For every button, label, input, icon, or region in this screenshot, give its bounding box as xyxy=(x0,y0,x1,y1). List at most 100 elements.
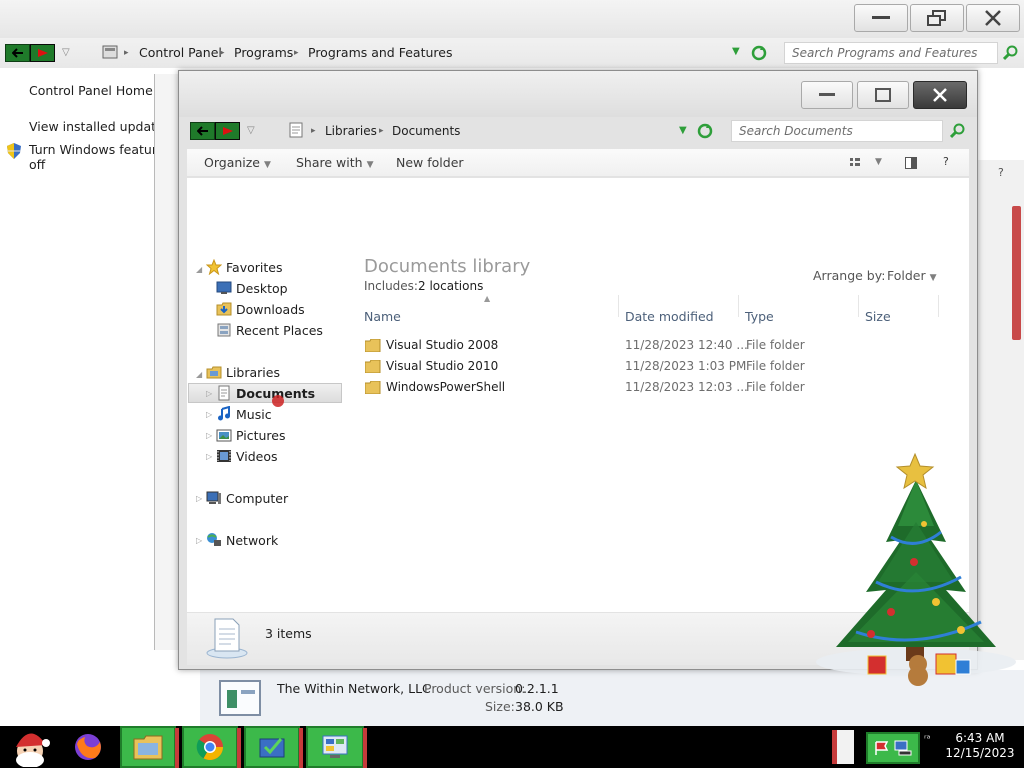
control-panel-sidebar: Control Panel Home View installed update… xyxy=(0,68,207,726)
cp-scrollbar-thumb[interactable] xyxy=(1012,206,1021,340)
help-button[interactable]: ? xyxy=(943,155,949,168)
share-with-menu[interactable]: Share with ▼ xyxy=(296,155,374,170)
flag-icon[interactable] xyxy=(874,740,890,756)
crumb-separator: ▸ xyxy=(294,48,299,58)
column-header-size[interactable]: Size xyxy=(865,309,891,324)
restore-button[interactable] xyxy=(910,4,964,32)
column-header-date-modified[interactable]: Date modified xyxy=(625,309,714,324)
preview-pane-icon[interactable] xyxy=(905,157,917,169)
computer-expand-icon[interactable]: ▷ xyxy=(196,494,202,503)
view-updates-link[interactable]: View installed updates xyxy=(29,119,170,134)
minimize-button[interactable] xyxy=(854,4,908,32)
nav-network[interactable]: Network xyxy=(226,531,278,551)
new-folder-button[interactable]: New folder xyxy=(396,155,464,170)
cp-search-input[interactable]: Search Programs and Features xyxy=(784,42,998,64)
refresh-icon[interactable] xyxy=(751,45,767,61)
close-button[interactable] xyxy=(966,4,1020,32)
nav-favorites[interactable]: Favorites xyxy=(226,258,282,278)
firefox-taskbar-button[interactable] xyxy=(66,726,110,768)
recent-pages-chevron-icon[interactable]: ▽ xyxy=(62,47,70,58)
table-row[interactable]: Visual Studio 2010 11/28/2023 1:03 PM Fi… xyxy=(362,357,922,377)
crumb-libraries[interactable]: Libraries xyxy=(325,124,377,138)
start-button[interactable] xyxy=(4,726,56,768)
column-divider[interactable] xyxy=(938,295,939,317)
doc-search-input[interactable]: Search Documents xyxy=(731,120,943,142)
search-icon[interactable] xyxy=(1003,45,1019,61)
show-desktop-button[interactable] xyxy=(832,730,854,764)
libraries-icon xyxy=(206,366,222,379)
mouse-cursor-icon xyxy=(272,395,284,407)
doc-maximize-button[interactable] xyxy=(857,81,909,109)
arrange-by-dropdown[interactable]: Folder ▼ xyxy=(887,268,937,283)
christmas-tree-decoration xyxy=(816,452,1016,686)
doc-back-button[interactable] xyxy=(190,122,215,140)
documents-expand-icon[interactable]: ▷ xyxy=(206,389,212,398)
nav-pictures[interactable]: Pictures xyxy=(236,426,286,446)
view-options-icon[interactable] xyxy=(850,158,860,168)
file-date: 11/28/2023 12:40 ... xyxy=(625,338,748,352)
taskbar-clock[interactable]: 6:43 AM 12/15/2023 xyxy=(942,731,1018,761)
close-icon xyxy=(933,88,947,102)
crumb-separator: ▸ xyxy=(379,126,384,136)
documents-icon xyxy=(218,385,230,401)
doc-search-icon[interactable] xyxy=(950,123,966,139)
downloads-taskbar-button[interactable] xyxy=(244,726,303,768)
program-publisher: The Within Network, LLC xyxy=(277,681,431,696)
pictures-icon xyxy=(216,429,232,442)
nav-music[interactable]: Music xyxy=(236,405,272,425)
control-panel-taskbar-button[interactable] xyxy=(306,726,367,768)
table-row[interactable]: WindowsPowerShell 11/28/2023 12:03 ... F… xyxy=(362,378,922,398)
address-dropdown-icon[interactable]: ▼ xyxy=(732,46,740,57)
santa-start-icon xyxy=(16,733,50,767)
crumb-control-panel[interactable]: Control Panel xyxy=(139,45,222,60)
libraries-expand-icon[interactable]: ◢ xyxy=(196,370,202,379)
windows-features-link-line2[interactable]: off xyxy=(29,157,45,172)
column-divider[interactable] xyxy=(858,295,859,317)
control-panel-icon xyxy=(102,45,118,59)
pictures-expand-icon[interactable]: ▷ xyxy=(206,431,212,440)
volume-icon[interactable]: ʳᵃ xyxy=(924,734,938,754)
nav-videos[interactable]: Videos xyxy=(236,447,278,467)
column-divider[interactable] xyxy=(738,295,739,317)
cp-home-link[interactable]: Control Panel Home xyxy=(29,83,153,98)
cp-help-icon[interactable]: ? xyxy=(998,166,1004,179)
arrange-by-label: Arrange by: xyxy=(813,268,886,283)
nav-downloads[interactable]: Downloads xyxy=(236,300,305,320)
back-button[interactable] xyxy=(5,44,30,62)
chrome-taskbar-button[interactable] xyxy=(182,726,241,768)
nav-libraries[interactable]: Libraries xyxy=(226,363,280,383)
nav-computer[interactable]: Computer xyxy=(226,489,288,509)
music-icon xyxy=(218,406,230,421)
control-panel-content-edge xyxy=(154,74,180,650)
forward-button[interactable] xyxy=(30,44,55,62)
music-expand-icon[interactable]: ▷ xyxy=(206,410,212,419)
crumb-programs-and-features[interactable]: Programs and Features xyxy=(308,45,452,60)
doc-recent-pages-chevron-icon[interactable]: ▽ xyxy=(247,125,255,136)
item-count: 3 items xyxy=(265,626,312,641)
favorites-expand-icon[interactable]: ◢ xyxy=(196,265,202,274)
folder-icon xyxy=(365,339,381,352)
videos-expand-icon[interactable]: ▷ xyxy=(206,452,212,461)
doc-close-button[interactable] xyxy=(913,81,967,109)
network-tray-icon[interactable] xyxy=(894,740,912,756)
doc-minimize-button[interactable] xyxy=(801,81,853,109)
table-row[interactable]: Visual Studio 2008 11/28/2023 12:40 ... … xyxy=(362,336,922,356)
control-panel-address-bar: ▽ ▸ Control Panel ▸ Programs ▸ Programs … xyxy=(0,38,1024,68)
organize-label: Organize xyxy=(204,155,260,170)
view-dropdown-icon[interactable]: ▼ xyxy=(875,157,882,167)
column-header-type[interactable]: Type xyxy=(745,309,774,324)
column-divider[interactable] xyxy=(618,295,619,317)
crumb-programs[interactable]: Programs xyxy=(234,45,293,60)
doc-refresh-icon[interactable] xyxy=(697,123,713,139)
doc-forward-button[interactable] xyxy=(215,122,240,140)
organize-menu[interactable]: Organize ▼ xyxy=(204,155,271,170)
nav-desktop[interactable]: Desktop xyxy=(236,279,288,299)
network-expand-icon[interactable]: ▷ xyxy=(196,536,202,545)
includes-locations-link[interactable]: 2 locations xyxy=(418,279,483,293)
column-header-name[interactable]: Name xyxy=(364,309,401,324)
nav-recent-places[interactable]: Recent Places xyxy=(236,321,323,341)
folder-icon xyxy=(133,735,163,760)
crumb-documents[interactable]: Documents xyxy=(392,124,460,138)
doc-address-dropdown-icon[interactable]: ▼ xyxy=(679,125,687,136)
explorer-taskbar-button[interactable] xyxy=(120,726,179,768)
